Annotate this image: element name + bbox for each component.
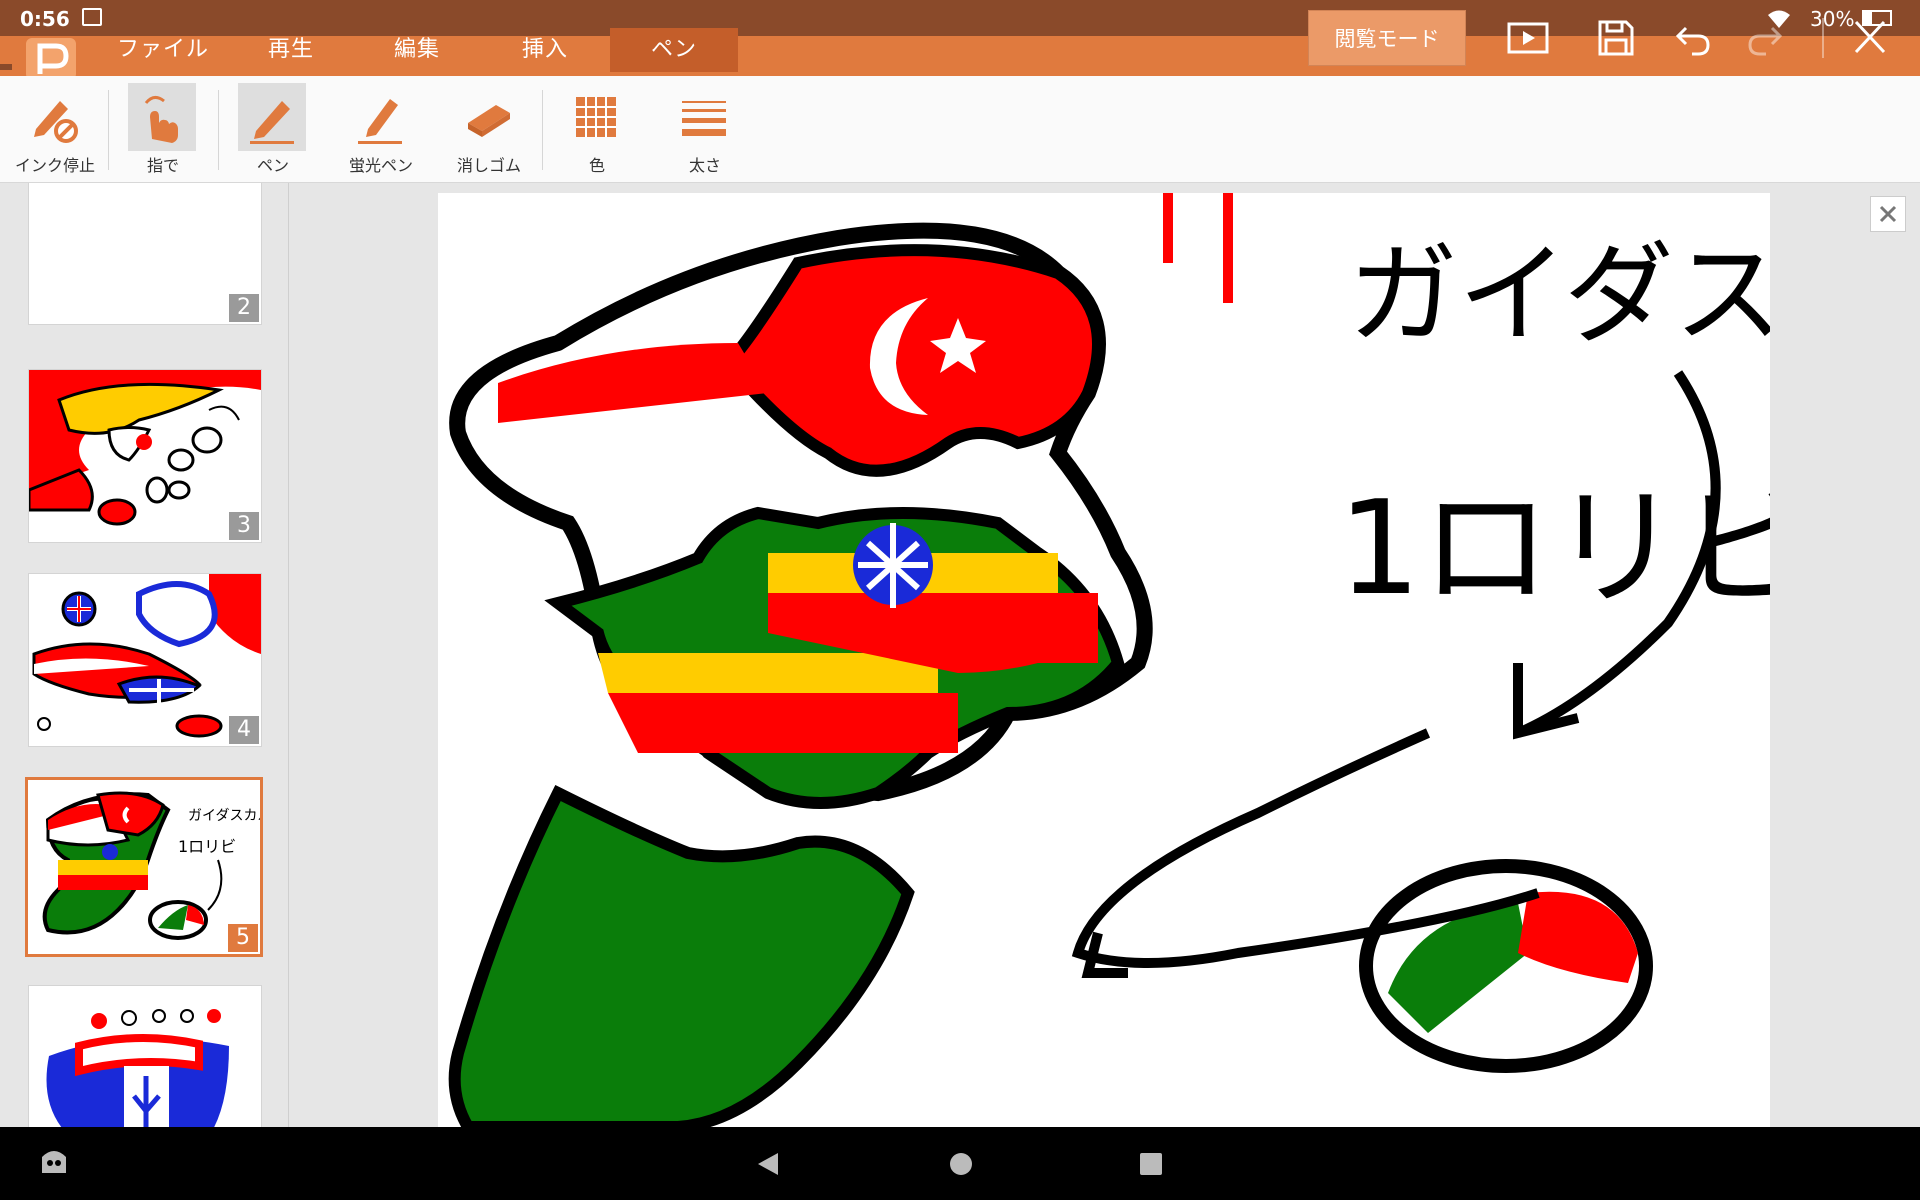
svg-text:ガイダスカル: ガイダスカル [188, 808, 260, 824]
tool-eraser[interactable]: 消しゴム [444, 76, 534, 182]
menu-play[interactable]: 再生 [246, 28, 336, 72]
slide-canvas[interactable]: ガイダスカル 1ロリビ [438, 193, 1920, 1133]
menu-pen[interactable]: ペン [610, 28, 738, 72]
tool-thickness[interactable]: 太さ [660, 76, 750, 182]
slide-thumbnail-active[interactable]: ガイダスカル 1ロリビ 5 [25, 777, 263, 957]
highlighter-icon [346, 83, 414, 151]
app-shortcut-icon[interactable] [38, 1145, 70, 1181]
redo-icon[interactable] [1742, 18, 1786, 58]
menu-handle-icon[interactable] [0, 64, 12, 70]
slide-number: 4 [229, 716, 259, 744]
menu-edit[interactable]: 編集 [372, 28, 462, 72]
pen-icon [238, 83, 306, 151]
reading-mode-button[interactable]: 閲覧モード [1308, 10, 1466, 66]
menu-file[interactable]: ファイル [100, 28, 226, 72]
slide-number: 3 [229, 512, 259, 540]
toolbar-divider [1822, 18, 1824, 58]
slide-thumbnail-panel[interactable]: 2 3 4 ガイダスカ 1ロリビ 5 [0, 183, 289, 1127]
tool-finger[interactable]: 指で [118, 76, 208, 182]
tool-label: インク停止 [14, 156, 95, 175]
menu-insert[interactable]: 挿入 [500, 28, 590, 72]
tool-label: 蛍光ペン [348, 156, 413, 175]
ink-stop-icon [20, 83, 88, 151]
handwriting-top: ガイダスカル [1348, 231, 1770, 359]
color-grid-icon [562, 83, 630, 151]
tool-label: 太さ [688, 156, 721, 175]
close-icon[interactable] [1848, 18, 1892, 58]
slide-thumbnail[interactable]: 2 [28, 183, 262, 325]
tool-color[interactable]: 色 [552, 76, 642, 182]
svg-text:1ロリビ: 1ロリビ [178, 837, 236, 856]
tool-label: 消しゴム [456, 156, 521, 175]
handwriting-mid: 1ロリビ [1338, 472, 1770, 624]
status-time: 0:56 [20, 7, 70, 31]
slide-thumbnail[interactable]: 4 [28, 573, 262, 747]
recent-apps-icon[interactable] [1140, 1153, 1162, 1175]
close-panel-button[interactable] [1870, 196, 1906, 232]
slideshow-play-icon[interactable] [1506, 18, 1550, 58]
system-navigation-bar [0, 1127, 1920, 1200]
image-notification-icon [82, 8, 102, 26]
tool-highlighter[interactable]: 蛍光ペン [336, 76, 426, 182]
app-logo [26, 38, 76, 80]
tool-ink-stop[interactable]: インク停止 [10, 76, 100, 182]
slide-number: 5 [228, 924, 258, 952]
app-toolbar: ファイル 再生 編集 挿入 ペン 閲覧モード [0, 10, 1920, 80]
thickness-icon [670, 83, 738, 151]
finger-touch-icon [128, 83, 196, 151]
slide-thumbnail[interactable] [28, 985, 262, 1127]
tool-label: 指で [146, 156, 179, 175]
undo-icon[interactable] [1672, 18, 1716, 58]
tool-pen[interactable]: ペン [228, 76, 318, 182]
back-icon[interactable] [756, 1151, 780, 1181]
tool-label: ペン [256, 156, 289, 175]
slide-number: 2 [229, 294, 259, 322]
home-icon[interactable] [950, 1153, 972, 1175]
pen-ribbon: インク停止 指で ペン 蛍光ペン 消しゴム 色 太さ [0, 76, 1920, 183]
eraser-icon [454, 83, 522, 151]
slide-thumbnail[interactable]: 3 [28, 369, 262, 543]
tool-label: 色 [588, 156, 605, 175]
save-icon[interactable] [1594, 18, 1638, 58]
